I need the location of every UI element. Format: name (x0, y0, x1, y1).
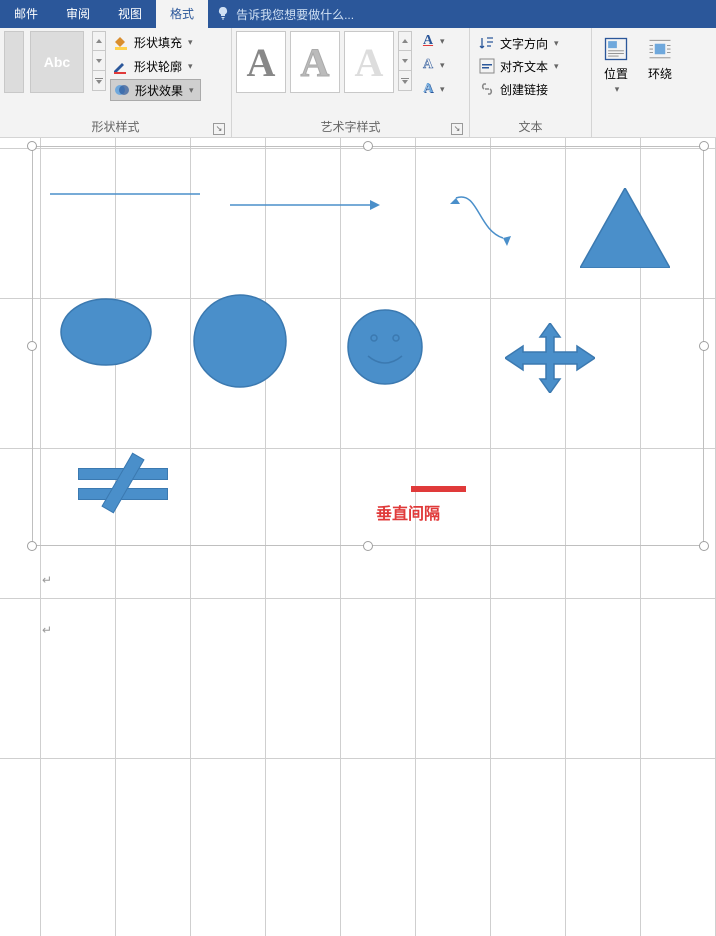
wordart-gallery-up-button[interactable] (398, 31, 412, 51)
shape-style-gallery-item[interactable]: Abc (30, 31, 84, 93)
tell-me-search[interactable]: 告诉我您想要做什么... (216, 6, 354, 23)
shape-curved-connector[interactable] (448, 190, 518, 250)
shape-fill-button[interactable]: 形状填充 ▾ (110, 31, 201, 53)
selection-handle[interactable] (699, 141, 709, 151)
chevron-down-icon: ▾ (188, 37, 193, 48)
paragraph-mark: ↵ (42, 573, 52, 587)
chevron-down-icon: ▾ (440, 84, 445, 95)
tab-mail[interactable]: 邮件 (0, 0, 52, 28)
gallery-more-button[interactable] (92, 71, 106, 91)
chevron-down-icon: ▾ (554, 61, 559, 72)
text-direction-button[interactable]: 文字方向▾ (474, 33, 563, 53)
shape-not-equal[interactable] (78, 458, 168, 508)
text-fill-button[interactable]: A▾ (418, 31, 445, 51)
document-canvas[interactable]: 垂直间隔 ↵ ↵ (0, 138, 716, 936)
ribbon: Abc 形状填充 ▾ (0, 28, 716, 138)
ribbon-tabs: 邮件 审阅 视图 格式 告诉我您想要做什么... (0, 0, 716, 28)
selection-handle[interactable] (27, 341, 37, 351)
chevron-down-icon: ▾ (188, 61, 193, 72)
group-arrange: 位置 ▾ 环绕 (592, 28, 716, 137)
position-icon (602, 35, 630, 63)
selection-handle[interactable] (363, 541, 373, 551)
shape-triangle[interactable] (580, 188, 670, 268)
shape-circle[interactable] (192, 293, 288, 389)
create-link-button[interactable]: 创建链接 (474, 79, 563, 99)
position-button[interactable]: 位置 ▾ (596, 31, 636, 99)
group-label-shape-styles: 形状样式 (91, 118, 139, 135)
tab-format[interactable]: 格式 (156, 0, 208, 28)
align-text-button[interactable]: 对齐文本▾ (474, 56, 563, 76)
text-outline-a-icon: A (418, 55, 438, 75)
annotation-bar (411, 486, 466, 492)
selection-handle[interactable] (27, 141, 37, 151)
selection-handle[interactable] (699, 541, 709, 551)
pen-icon (112, 57, 130, 75)
wrap-text-button[interactable]: 环绕 (640, 31, 680, 86)
shape-style-gallery-prev[interactable] (4, 31, 24, 93)
wordart-style-2[interactable]: A (290, 31, 340, 93)
selection-handle[interactable] (363, 141, 373, 151)
shape-line[interactable] (50, 192, 200, 196)
shape-arrow-line[interactable] (230, 198, 380, 212)
group-label-text: 文本 (518, 118, 542, 135)
wordart-style-1[interactable]: A (236, 31, 286, 93)
gallery-up-button[interactable] (92, 31, 106, 51)
selection-handle[interactable] (27, 541, 37, 551)
align-text-icon (478, 57, 496, 75)
shape-ellipse[interactable] (60, 298, 152, 366)
selection-handle[interactable] (699, 341, 709, 351)
group-label-wordart: 艺术字样式 (320, 118, 380, 135)
dialog-launcher-icon[interactable]: ↘ (451, 123, 463, 135)
annotation-text: 垂直间隔 (376, 500, 440, 524)
tab-review[interactable]: 审阅 (52, 0, 104, 28)
tab-view[interactable]: 视图 (104, 0, 156, 28)
wordart-style-3[interactable]: A (344, 31, 394, 93)
group-text: 文字方向▾ 对齐文本▾ 创建链接 文本 (470, 28, 592, 137)
paragraph-mark: ↵ (42, 623, 52, 637)
chevron-down-icon: ▾ (615, 84, 620, 95)
chevron-down-icon: ▾ (554, 38, 559, 49)
shape-outline-button[interactable]: 形状轮廓 ▾ (110, 55, 201, 77)
group-shape-styles: Abc 形状填充 ▾ (0, 28, 232, 137)
text-direction-icon (478, 34, 496, 52)
link-icon (478, 80, 496, 98)
bulb-icon (216, 6, 230, 23)
effects-icon (113, 81, 131, 99)
dialog-launcher-icon[interactable]: ↘ (213, 123, 225, 135)
wrap-icon (646, 35, 674, 63)
paint-bucket-icon (112, 33, 130, 51)
text-outline-button[interactable]: A▾ (418, 55, 445, 75)
chevron-down-icon: ▾ (440, 60, 445, 71)
text-fill-a-icon: A (418, 31, 438, 51)
group-wordart-styles: A A A A▾ A▾ A▾ 艺术字样式 ↘ (232, 28, 470, 137)
tell-me-placeholder: 告诉我您想要做什么... (236, 6, 354, 23)
text-effects-a-icon: A (418, 79, 438, 99)
shape-effects-button[interactable]: 形状效果 ▾ (110, 79, 201, 101)
text-effects-button[interactable]: A▾ (418, 79, 445, 99)
shape-smiley[interactable] (346, 308, 424, 386)
chevron-down-icon: ▾ (440, 36, 445, 47)
shape-four-arrow[interactable] (505, 323, 595, 393)
gallery-down-button[interactable] (92, 51, 106, 71)
chevron-down-icon: ▾ (189, 85, 194, 96)
wordart-gallery-more-button[interactable] (398, 71, 412, 91)
wordart-gallery-down-button[interactable] (398, 51, 412, 71)
